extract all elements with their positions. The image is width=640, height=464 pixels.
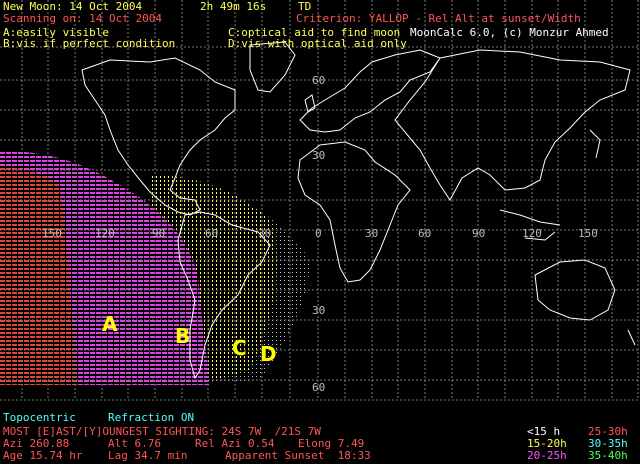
moon-lag: Lag 34.7 min (108, 449, 188, 462)
lon-label-30w: 30 (258, 227, 272, 240)
lon-label-120w: 120 (95, 227, 115, 240)
new-moon-time: 2h 49m 16s (200, 0, 267, 13)
lon-label-90e: 90 (472, 227, 486, 240)
lon-label-60e: 60 (418, 227, 432, 240)
zone-label-b: B (175, 324, 191, 348)
zone-label-c: C (232, 336, 247, 360)
lon-label-0: 0 (315, 227, 322, 240)
lat-label-60s: 60 (312, 381, 326, 394)
lat-label-60n: 60 (312, 74, 326, 87)
lat-label-30s: 30 (312, 304, 326, 317)
lon-label-150w: 150 (42, 227, 62, 240)
criterion: Criterion: YALLOP - Rel Alt at sunset/Wi… (296, 12, 581, 25)
moon-age: Age 15.74 hr (3, 449, 83, 462)
scanning-date: Scanning on: 14 Oct 2004 (3, 12, 162, 25)
age-legend-20-25: 20-25h (527, 449, 567, 462)
app-credit: MoonCalc 6.0, (c) Monzur Ahmed (410, 26, 609, 39)
legend-d: D:vis with optical aid only (228, 37, 407, 50)
lon-label-120e: 120 (522, 227, 542, 240)
topocentric-label: Topocentric (3, 411, 76, 424)
lon-label-60w: 60 (205, 227, 219, 240)
lon-label-90w: 90 (152, 227, 166, 240)
refraction-label: Refraction ON (108, 411, 195, 424)
lat-label-30n: 30 (312, 149, 326, 162)
legend-b: B:vis if perfect condition (3, 37, 176, 50)
lon-label-30e: 30 (365, 227, 379, 240)
lon-label-150e: 150 (578, 227, 598, 240)
zone-label-d: D (260, 342, 277, 366)
age-legend-35-40: 35-40h (588, 449, 628, 462)
zone-label-a: A (102, 312, 118, 336)
apparent-sunset: Apparent Sunset 18:33 (225, 449, 371, 462)
